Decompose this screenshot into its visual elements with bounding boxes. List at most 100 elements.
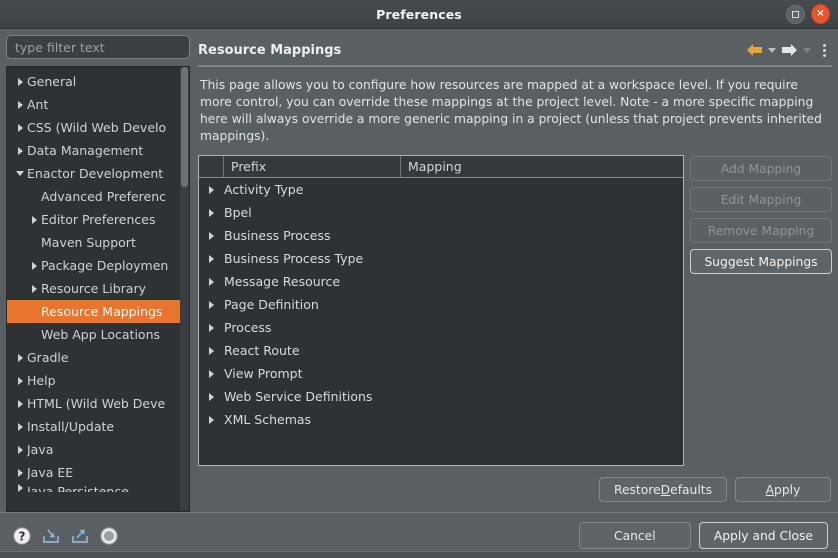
apply-mnemonic: A — [765, 482, 775, 497]
apply-and-close-button[interactable]: Apply and Close — [698, 522, 828, 549]
expand-arrow-icon[interactable] — [13, 468, 27, 477]
table-row[interactable]: Web Service Definitions — [199, 385, 683, 408]
sidebar-item-maven-support[interactable]: Maven Support — [7, 231, 189, 254]
cancel-button[interactable]: Cancel — [578, 522, 691, 549]
table-row[interactable]: Message Resource — [199, 270, 683, 293]
import-icon[interactable] — [41, 526, 61, 546]
export-icon[interactable] — [70, 526, 90, 546]
sidebar-item-package-deploymen[interactable]: Package Deploymen — [7, 254, 189, 277]
sidebar-item-label: Enactor Development — [27, 166, 164, 181]
restore-defaults-pre: Restore — [613, 482, 661, 497]
sidebar-item-java-ee[interactable]: Java EE — [7, 461, 189, 484]
sidebar-item-label: Advanced Preferenc — [41, 189, 167, 204]
sidebar-item-java[interactable]: Java — [7, 438, 189, 461]
arrow-left-icon[interactable] — [746, 43, 763, 57]
table-column-header-icon[interactable] — [199, 156, 224, 177]
expand-arrow-icon[interactable] — [13, 376, 27, 385]
chevron-down-icon — [803, 47, 811, 53]
restore-defaults-post: efaults — [670, 482, 712, 497]
table-cell-prefix: Business Process Type — [224, 251, 364, 266]
kebab-menu-icon[interactable] — [818, 43, 830, 57]
collapse-arrow-icon[interactable] — [13, 171, 27, 176]
preferences-window: Preferences × General Ant CSS (Wild Web De… — [0, 0, 838, 558]
expand-arrow-icon[interactable] — [199, 323, 224, 332]
help-question-icon[interactable]: ? — [12, 526, 32, 546]
table-row[interactable]: Activity Type — [199, 178, 683, 201]
table-cell-prefix: Message Resource — [224, 274, 341, 289]
expand-arrow-icon[interactable] — [13, 484, 27, 492]
sidebar-item-java-persistence[interactable]: Java Persistence — [7, 484, 189, 492]
chevron-down-icon[interactable] — [768, 47, 776, 53]
sidebar-item-label: Ant — [27, 97, 49, 112]
expand-arrow-icon[interactable] — [27, 215, 41, 224]
sidebar-item-label: Install/Update — [27, 419, 115, 434]
apply-post: pply — [774, 482, 801, 497]
search-input[interactable] — [15, 39, 181, 55]
sidebar-item-ant[interactable]: Ant — [7, 93, 189, 116]
sidebar-item-resource-library[interactable]: Resource Library — [7, 277, 189, 300]
sidebar-item-advanced-preferenc[interactable]: Advanced Preferenc — [7, 185, 189, 208]
table-cell-prefix: React Route — [224, 343, 300, 358]
apply-button[interactable]: Apply — [735, 477, 831, 502]
expand-arrow-icon[interactable] — [199, 277, 224, 286]
sidebar-item-enactor-development[interactable]: Enactor Development — [7, 162, 189, 185]
expand-arrow-icon[interactable] — [199, 392, 224, 401]
expand-arrow-icon[interactable] — [13, 77, 27, 86]
expand-arrow-icon[interactable] — [13, 422, 27, 431]
sidebar-item-resource-mappings[interactable]: Resource Mappings — [7, 300, 189, 323]
table-row[interactable]: View Prompt — [199, 362, 683, 385]
sidebar-item-gradle[interactable]: Gradle — [7, 346, 189, 369]
sidebar-item-install-update[interactable]: Install/Update — [7, 415, 189, 438]
record-circle-icon[interactable] — [99, 526, 119, 546]
table-column-header-mapping[interactable]: Mapping — [401, 156, 683, 177]
expand-arrow-icon[interactable] — [13, 445, 27, 454]
tree-scrollbar-thumb[interactable] — [181, 67, 188, 187]
table-row[interactable]: XML Schemas — [199, 408, 683, 431]
sidebar-item-label: General — [27, 74, 77, 89]
table-cell-prefix: Web Service Definitions — [224, 389, 373, 404]
sidebar-item-data-management[interactable]: Data Management — [7, 139, 189, 162]
table-row[interactable]: Process — [199, 316, 683, 339]
tree-scrollbar[interactable] — [180, 67, 189, 511]
table-row[interactable]: Business Process — [199, 224, 683, 247]
expand-arrow-icon[interactable] — [199, 415, 224, 424]
expand-arrow-icon[interactable] — [199, 300, 224, 309]
table-cell-prefix: Bpel — [224, 205, 252, 220]
page-content: Prefix Mapping Activity Type Bpel Business… — [198, 155, 832, 466]
table-row[interactable]: React Route — [199, 339, 683, 362]
table-cell-prefix: Process — [224, 320, 272, 335]
table-row[interactable]: Bpel — [199, 201, 683, 224]
expand-arrow-icon[interactable] — [27, 261, 41, 270]
expand-arrow-icon[interactable] — [199, 369, 224, 378]
arrow-right-icon[interactable] — [781, 43, 798, 57]
sidebar-item-label: Web App Locations — [41, 327, 161, 342]
expand-arrow-icon[interactable] — [199, 254, 224, 263]
expand-arrow-icon[interactable] — [199, 208, 224, 217]
sidebar-item-css-wild-web-develo[interactable]: CSS (Wild Web Develo — [7, 116, 189, 139]
expand-arrow-icon[interactable] — [13, 399, 27, 408]
table-row[interactable]: Page Definition — [199, 293, 683, 316]
sidebar-item-web-app-locations[interactable]: Web App Locations — [7, 323, 189, 346]
sidebar-item-label: Resource Library — [41, 281, 147, 296]
sidebar-item-editor-preferences[interactable]: Editor Preferences — [7, 208, 189, 231]
sidebar-item-help[interactable]: Help — [7, 369, 189, 392]
expand-arrow-icon[interactable] — [13, 123, 27, 132]
filter-box[interactable] — [6, 35, 190, 59]
expand-arrow-icon[interactable] — [199, 231, 224, 240]
sidebar-item-general[interactable]: General — [7, 70, 189, 93]
restore-defaults-button[interactable]: Restore Defaults — [598, 477, 727, 502]
expand-arrow-icon[interactable] — [13, 353, 27, 362]
expand-arrow-icon[interactable] — [13, 146, 27, 155]
maximize-square-icon[interactable] — [786, 4, 805, 24]
resize-grip[interactable] — [0, 551, 838, 558]
table-row[interactable]: Business Process Type — [199, 247, 683, 270]
sidebar-item-html-wild-web-deve[interactable]: HTML (Wild Web Deve — [7, 392, 189, 415]
page-description: This page allows you to configure how re… — [200, 78, 822, 143]
close-x-icon[interactable]: × — [811, 4, 830, 24]
table-column-header-prefix[interactable]: Prefix — [224, 156, 401, 177]
expand-arrow-icon[interactable] — [13, 100, 27, 109]
suggest-mappings-button[interactable]: Suggest Mappings — [690, 249, 832, 274]
expand-arrow-icon[interactable] — [199, 346, 224, 355]
expand-arrow-icon[interactable] — [27, 284, 41, 293]
expand-arrow-icon[interactable] — [199, 185, 224, 194]
